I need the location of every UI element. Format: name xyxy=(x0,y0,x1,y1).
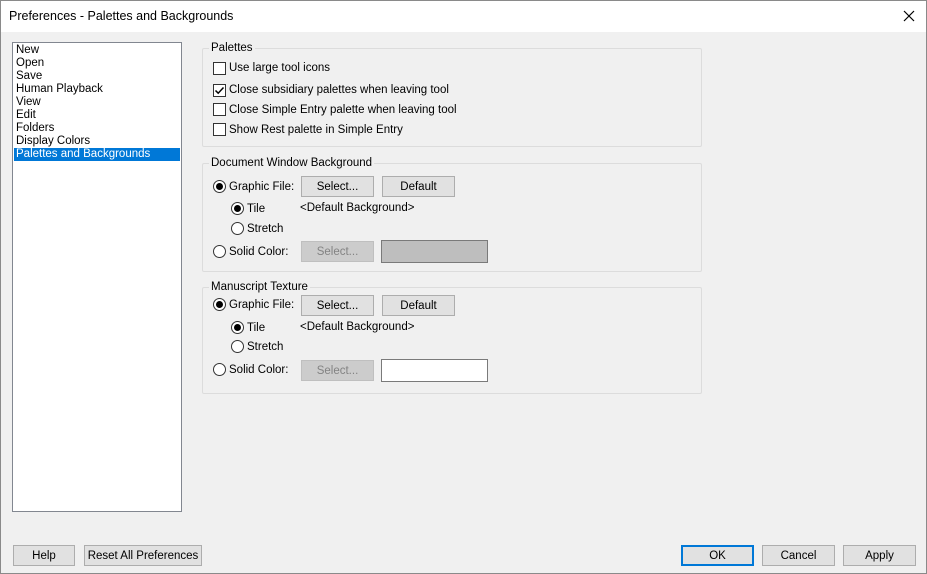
ms-graphic-file-label: Graphic File: xyxy=(229,299,295,311)
category-item-edit[interactable]: Edit xyxy=(14,109,180,122)
doc-tile-radio[interactable] xyxy=(231,202,244,215)
ok-button[interactable]: OK xyxy=(681,545,754,566)
category-item-view[interactable]: View xyxy=(14,96,180,109)
manuscript-texture-group-label: Manuscript Texture xyxy=(209,281,310,294)
close-subsidiary-palettes-checkbox[interactable] xyxy=(213,84,226,97)
doc-solid-select-button[interactable]: Select... xyxy=(301,241,374,262)
doc-select-button[interactable]: Select... xyxy=(301,176,374,197)
category-item-save[interactable]: Save xyxy=(14,70,180,83)
preferences-dialog: Preferences - Palettes and Backgrounds N… xyxy=(0,0,927,574)
use-large-icons-checkbox[interactable] xyxy=(213,62,226,75)
doc-color-swatch[interactable] xyxy=(381,240,488,263)
ms-file-value: <Default Background> xyxy=(300,321,415,333)
doc-solid-color-label: Solid Color: xyxy=(229,246,289,258)
use-large-icons-label: Use large tool icons xyxy=(229,62,330,74)
ms-tile-label: Tile xyxy=(247,322,266,334)
show-rest-palette-label: Show Rest palette in Simple Entry xyxy=(229,124,403,136)
palettes-group-label: Palettes xyxy=(209,42,255,55)
show-rest-palette-checkbox[interactable] xyxy=(213,123,226,136)
category-item-palettes-and-backgrounds[interactable]: Palettes and Backgrounds xyxy=(14,148,180,161)
doc-stretch-label: Stretch xyxy=(247,223,284,235)
ms-select-button[interactable]: Select... xyxy=(301,295,374,316)
close-subsidiary-palettes-label: Close subsidiary palettes when leaving t… xyxy=(229,84,449,96)
cancel-button[interactable]: Cancel xyxy=(762,545,835,566)
window-title: Preferences - Palettes and Backgrounds xyxy=(9,9,234,23)
doc-graphic-file-radio[interactable] xyxy=(213,180,226,193)
ms-graphic-file-radio[interactable] xyxy=(213,298,226,311)
doc-graphic-file-label: Graphic File: xyxy=(229,181,295,193)
ms-solid-color-radio[interactable] xyxy=(213,363,226,376)
doc-stretch-radio[interactable] xyxy=(231,222,244,235)
close-button[interactable] xyxy=(892,1,926,31)
ms-color-swatch[interactable] xyxy=(381,359,488,382)
help-button[interactable]: Help xyxy=(13,545,75,566)
category-item-open[interactable]: Open xyxy=(14,57,180,70)
ms-tile-radio[interactable] xyxy=(231,321,244,334)
category-item-folders[interactable]: Folders xyxy=(14,122,180,135)
ms-default-button[interactable]: Default xyxy=(382,295,455,316)
ms-stretch-radio[interactable] xyxy=(231,340,244,353)
close-simple-entry-label: Close Simple Entry palette when leaving … xyxy=(229,104,457,116)
category-item-new[interactable]: New xyxy=(14,44,180,57)
category-item-human-playback[interactable]: Human Playback xyxy=(14,83,180,96)
ms-solid-select-button[interactable]: Select... xyxy=(301,360,374,381)
close-icon xyxy=(903,10,915,22)
category-item-display-colors[interactable]: Display Colors xyxy=(14,135,180,148)
doc-tile-label: Tile xyxy=(247,203,266,215)
reset-all-preferences-button[interactable]: Reset All Preferences xyxy=(84,545,202,566)
category-list[interactable]: New Open Save Human Playback View Edit F… xyxy=(12,42,182,512)
doc-file-value: <Default Background> xyxy=(300,202,415,214)
title-bar: Preferences - Palettes and Backgrounds xyxy=(1,1,926,32)
document-background-group-label: Document Window Background xyxy=(209,157,375,170)
doc-solid-color-radio[interactable] xyxy=(213,245,226,258)
ms-solid-color-label: Solid Color: xyxy=(229,364,289,376)
ms-stretch-label: Stretch xyxy=(247,341,284,353)
apply-button[interactable]: Apply xyxy=(843,545,916,566)
doc-default-button[interactable]: Default xyxy=(382,176,455,197)
checkmark-icon xyxy=(214,86,225,95)
close-simple-entry-checkbox[interactable] xyxy=(213,103,226,116)
